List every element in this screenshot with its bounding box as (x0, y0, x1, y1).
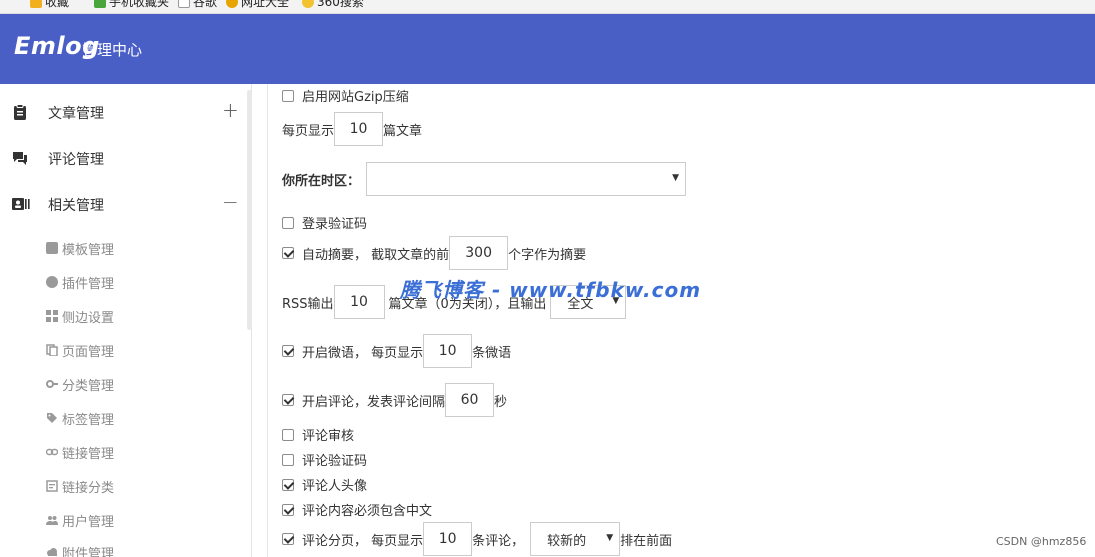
microblog-checkbox[interactable] (282, 345, 294, 357)
sidebar-subitem-widgets[interactable]: 侧边设置 (46, 305, 114, 327)
comment-review-checkbox[interactable] (282, 428, 294, 441)
comments-checkbox[interactable] (282, 394, 294, 406)
rss-count-input[interactable]: 10 (333, 285, 385, 319)
per-page-option: 每页显示 10 篇文章 (282, 112, 422, 146)
cloud-icon (47, 548, 57, 556)
comment-chinese-checkbox[interactable] (282, 503, 294, 516)
page-icon (178, 0, 190, 8)
comment-avatar-checkbox[interactable] (282, 478, 294, 491)
top-header: Emlog 管理中心 (0, 14, 1095, 84)
comment-paging-checkbox[interactable] (282, 533, 294, 545)
login-captcha-option[interactable]: 登录验证码 (282, 213, 367, 232)
bookmark-google[interactable]: 谷歌 (178, 0, 217, 10)
globe-icon (226, 0, 238, 8)
note-icon (46, 480, 58, 492)
bookmark-favorites[interactable]: 收藏 (30, 0, 69, 10)
grid-icon (46, 310, 58, 322)
settings-form: 启用网站Gzip压缩 每页显示 10 篇文章 你所在时区： ▼ 登录验证码 自动… (267, 84, 1095, 557)
gzip-option[interactable]: 启用网站Gzip压缩 (282, 86, 409, 105)
microblog-per-page-input[interactable]: 10 (423, 334, 473, 368)
page-icon (46, 344, 58, 356)
csdn-credit: CSDN @hmz856 (996, 535, 1087, 548)
sidebar-scrollbar[interactable] (247, 90, 252, 330)
sidebar-item-label: 相关管理 (48, 198, 104, 214)
timezone-option: 你所在时区： ▼ (282, 162, 687, 196)
sidebar-item-comments[interactable]: 评论管理 (0, 134, 251, 180)
sidebar-item-articles[interactable]: 文章管理 + (0, 88, 251, 134)
sidebar-item-label: 评论管理 (48, 152, 104, 168)
sidebar-subitem-link-categories[interactable]: 链接分类 (46, 475, 114, 497)
summary-length-input[interactable]: 300 (449, 236, 509, 270)
bookmark-mobile[interactable]: 手机收藏夹 (94, 0, 169, 10)
watermark: 腾飞博客 - www.tfbkw.com (400, 278, 702, 302)
microblog-option: 开启微语， 每页显示 10 条微语 (282, 334, 511, 368)
star-icon (30, 0, 42, 8)
bookmark-directory[interactable]: 网址大全 (226, 0, 289, 10)
sidebar-subitem-attachments[interactable]: 附件管理 (46, 541, 114, 557)
auto-summary-checkbox[interactable] (282, 247, 294, 259)
comment-avatar-option[interactable]: 评论人头像 (282, 475, 367, 494)
mobile-icon (94, 0, 106, 8)
comments-icon (13, 152, 27, 165)
auto-summary-option: 自动摘要， 截取文章的前 300 个字作为摘要 (282, 236, 586, 270)
sidebar-subitem-users[interactable]: 用户管理 (46, 509, 114, 531)
sidebar-item-label: 文章管理 (48, 106, 104, 122)
key-icon (46, 380, 58, 388)
per-page-input[interactable]: 10 (334, 112, 384, 146)
bookmarks-bar: 收藏 手机收藏夹 谷歌 网址大全 360搜索 (0, 0, 1095, 14)
users-icon (46, 516, 58, 525)
timezone-select[interactable]: ▼ (366, 162, 687, 196)
sidebar-subitem-tags[interactable]: 标签管理 (46, 407, 114, 429)
caret-down-icon: ▼ (606, 533, 614, 543)
comment-paging-option: 评论分页， 每页显示 10 条评论， 较新的 ▼ 排在前面 (282, 522, 672, 556)
brand-subtitle: 管理中心 (82, 41, 143, 59)
search-icon (302, 0, 314, 8)
expand-icon[interactable]: + (222, 98, 239, 122)
comments-option: 开启评论，发表评论间隔 60 秒 (282, 383, 507, 417)
comment-captcha-option[interactable]: 评论验证码 (282, 450, 367, 469)
collapse-icon[interactable]: − (222, 190, 239, 214)
id-card-icon (12, 198, 30, 210)
bookmark-360[interactable]: 360搜索 (302, 0, 364, 10)
comment-review-option[interactable]: 评论审核 (282, 425, 354, 444)
caret-down-icon: ▼ (672, 173, 680, 183)
clipboard-icon (14, 104, 26, 120)
tag-icon (47, 413, 57, 423)
gzip-checkbox[interactable] (282, 89, 294, 102)
comment-order-select[interactable]: 较新的 ▼ (530, 522, 621, 556)
sidebar-subitem-categories[interactable]: 分类管理 (46, 373, 114, 395)
sidebar-subitem-pages[interactable]: 页面管理 (46, 339, 114, 361)
login-captcha-checkbox[interactable] (282, 216, 294, 229)
plug-icon (46, 276, 58, 288)
puzzle-icon (46, 242, 58, 254)
comment-interval-input[interactable]: 60 (445, 383, 495, 417)
sidebar: 文章管理 + 评论管理 相关管理 − 模板管理 插件管理 侧边设置 页面管理 分… (0, 84, 252, 557)
sidebar-subitem-links[interactable]: 链接管理 (46, 441, 114, 463)
sidebar-subitem-plugins[interactable]: 插件管理 (46, 271, 114, 293)
sidebar-subitem-templates[interactable]: 模板管理 (46, 237, 114, 259)
comment-chinese-option[interactable]: 评论内容必须包含中文 (282, 500, 432, 519)
sidebar-item-related[interactable]: 相关管理 − (0, 180, 251, 226)
comment-captcha-checkbox[interactable] (282, 453, 294, 466)
link-icon (46, 448, 58, 456)
comments-per-page-input[interactable]: 10 (423, 522, 473, 556)
